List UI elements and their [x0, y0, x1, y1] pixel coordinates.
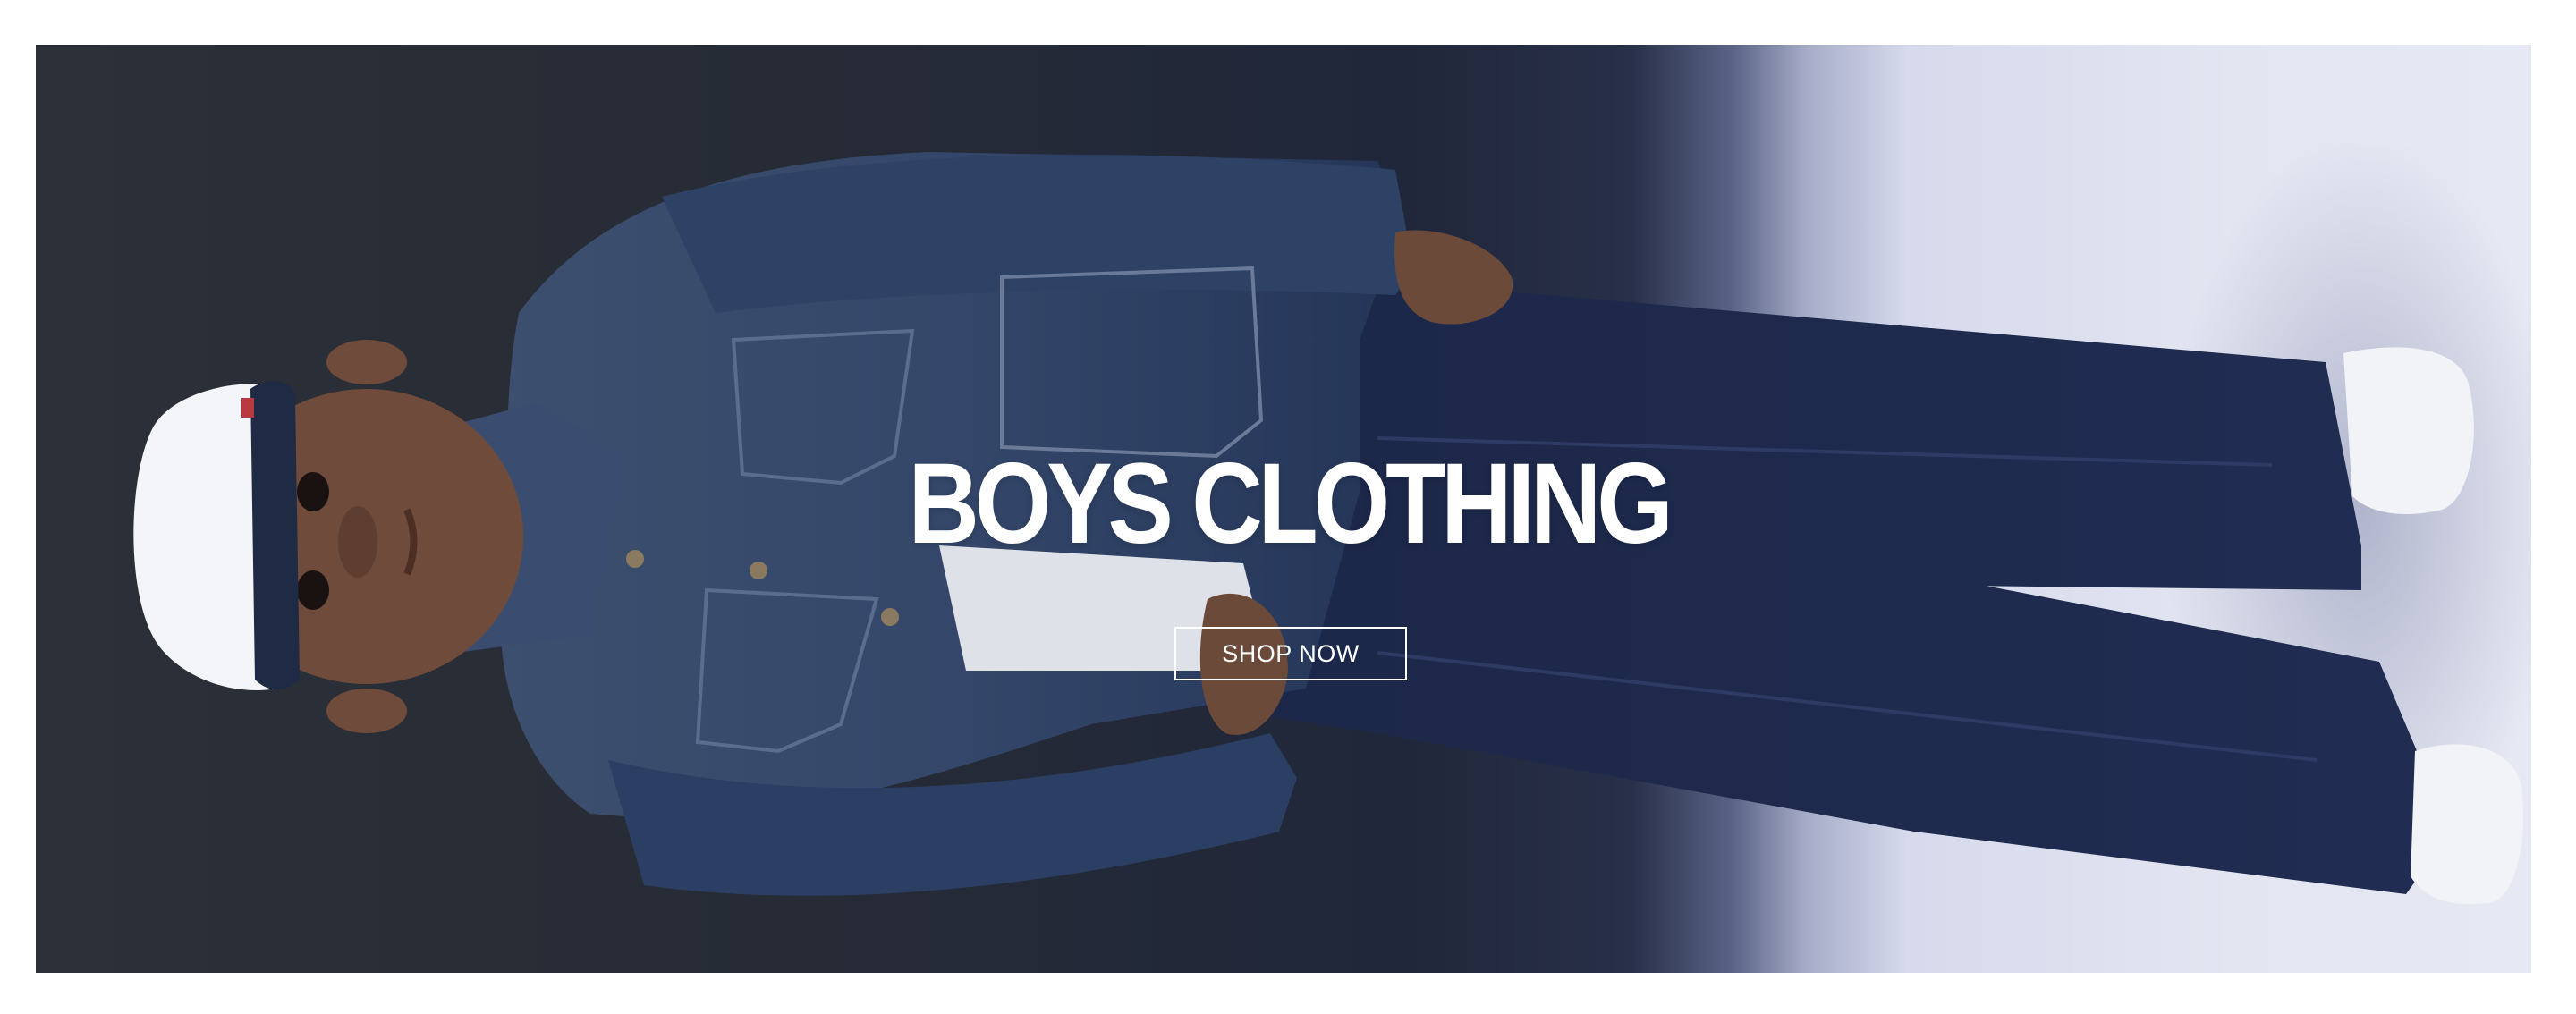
- shop-now-button[interactable]: SHOP NOW: [1174, 627, 1407, 680]
- hero-title: BOYS CLOTHING: [908, 440, 1673, 568]
- hero-content: BOYS CLOTHING SHOP NOW: [36, 45, 2531, 973]
- page: BOYS CLOTHING SHOP NOW: [0, 0, 2576, 1014]
- hero-banner[interactable]: BOYS CLOTHING SHOP NOW: [36, 45, 2531, 973]
